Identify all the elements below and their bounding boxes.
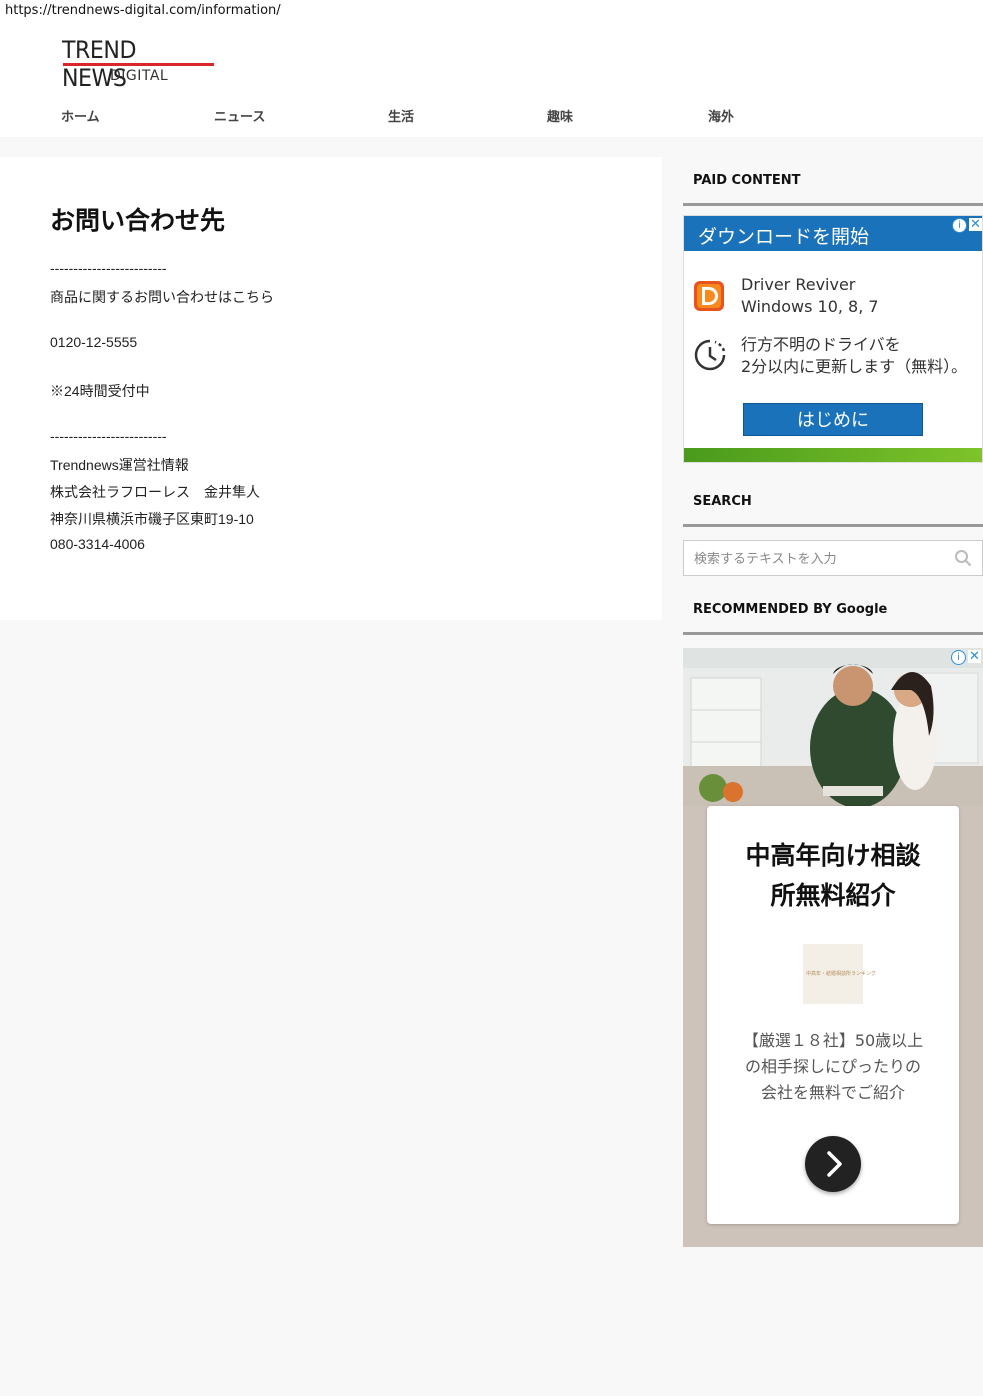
matchmaking-ad[interactable]: i ✕ 中高年向け相談 所無料紹介 中高年・結婚相談所ランキング 【厳選１８社】5… — [683, 648, 983, 1247]
ad-headline-line: 所無料紹介 — [770, 881, 896, 910]
ad-description-line: 会社を無料でご紹介 — [760, 1083, 905, 1102]
ad-footer-bar — [684, 448, 982, 462]
nav-item-life[interactable]: 生活 — [388, 106, 414, 125]
ad-description-line: の相手探しにぴったりの — [744, 1057, 921, 1076]
ad-header: ダウンロードを開始 i ✕ — [684, 216, 982, 251]
info-icon[interactable]: i — [951, 650, 966, 665]
chevron-right-icon — [827, 1151, 842, 1177]
ad-description: 【厳選１８社】50歳以上 の相手探しにぴったりの 会社を無料でご紹介 — [707, 1028, 959, 1106]
inquiry-phone: 0120-12-5555 — [50, 334, 138, 350]
nav-item-home[interactable]: ホーム — [61, 106, 100, 125]
main-nav: ホーム ニュース 生活 趣味 海外 — [0, 106, 983, 126]
nav-item-overseas[interactable]: 海外 — [708, 106, 734, 125]
page-title: お問い合わせ先 — [50, 206, 226, 235]
divider-text: ------------------------- — [50, 260, 167, 276]
ad-description: 行方不明のドライバを — [741, 335, 901, 354]
ad-choices[interactable]: i ✕ — [951, 649, 981, 665]
ad-headline-line: 中高年向け相談 — [745, 841, 921, 870]
ad-description: 2分以内に更新します（無料）。 — [741, 357, 968, 376]
main-content: お問い合わせ先 ------------------------- 商品に関する… — [0, 157, 662, 620]
advertiser-logo-text: 中高年・結婚相談所ランキング — [806, 971, 876, 977]
hours-note: ※24時間受付中 — [50, 383, 150, 399]
info-icon[interactable]: i — [952, 218, 967, 233]
widget-divider — [683, 203, 983, 206]
ad-photo — [683, 648, 983, 806]
clock-icon — [694, 339, 726, 371]
ad-card[interactable]: 中高年向け相談 所無料紹介 中高年・結婚相談所ランキング 【厳選１８社】50歳以… — [707, 806, 959, 1224]
logo-text-bottom: DIGITAL — [110, 68, 169, 84]
nav-item-hobby[interactable]: 趣味 — [547, 106, 573, 125]
ad-header-text: ダウンロードを開始 — [698, 226, 870, 248]
widget-divider — [683, 632, 983, 635]
paid-content-title: PAID CONTENT — [693, 173, 801, 188]
recommended-title: RECOMMENDED BY Google — [693, 602, 888, 617]
widget-divider — [683, 524, 983, 527]
inquiry-label: 商品に関するお問い合わせはこちら — [50, 289, 274, 305]
ad-next-button[interactable] — [805, 1136, 861, 1192]
product-name: Driver Reviver — [741, 275, 856, 294]
logo-underline — [63, 63, 214, 66]
company-name: 株式会社ラフローレス 金井隼人 — [50, 484, 260, 500]
app-logo-icon — [694, 281, 724, 311]
ad-choices[interactable]: i ✕ — [952, 217, 982, 233]
driver-ad[interactable]: ダウンロードを開始 i ✕ Driver Reviver Windows 10, … — [683, 215, 983, 463]
search-input[interactable] — [684, 541, 956, 577]
company-phone: 080-3314-4006 — [50, 536, 145, 552]
advertiser-logo: 中高年・結婚相談所ランキング — [803, 944, 876, 1004]
url-text: https://trendnews-digital.com/informatio… — [0, 0, 281, 22]
search-title: SEARCH — [693, 494, 752, 509]
ad-description-line: 【厳選１８社】50歳以上 — [742, 1031, 924, 1050]
nav-item-news[interactable]: ニュース — [214, 106, 265, 125]
product-platforms: Windows 10, 8, 7 — [741, 297, 879, 316]
company-address: 神奈川県横浜市磯子区東町19-10 — [50, 511, 254, 527]
search-box — [683, 540, 983, 577]
ad-headline: 中高年向け相談 所無料紹介 — [707, 836, 959, 916]
ad-start-button[interactable]: はじめに — [743, 403, 923, 436]
site-logo[interactable]: TREND NEWS DIGITAL — [62, 36, 216, 92]
close-icon[interactable]: ✕ — [968, 650, 981, 663]
close-icon[interactable]: ✕ — [969, 218, 982, 231]
divider-text: ------------------------- — [50, 428, 167, 444]
operator-heading: Trendnews運営社情報 — [50, 457, 189, 473]
search-icon[interactable] — [954, 549, 972, 567]
